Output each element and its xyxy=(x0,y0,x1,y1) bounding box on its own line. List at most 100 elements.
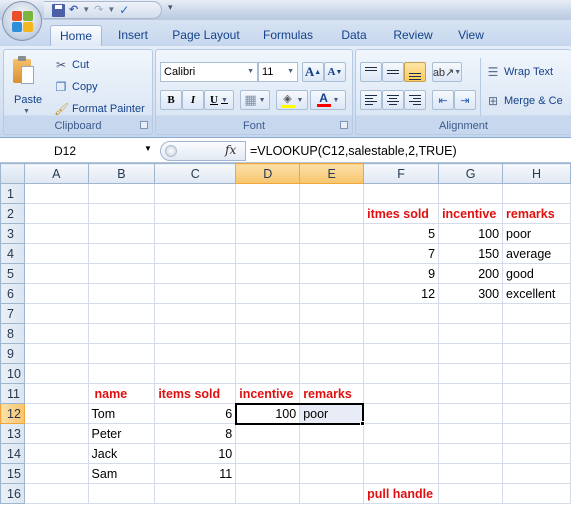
row-header-1[interactable]: 1 xyxy=(0,183,25,204)
cell-b4[interactable] xyxy=(87,243,156,264)
insert-function-icon[interactable]: fx xyxy=(225,143,236,157)
orientation-button[interactable]: ab↗ ▼ xyxy=(432,62,462,82)
tab-view[interactable]: View xyxy=(450,25,492,46)
cell-a11[interactable] xyxy=(23,383,89,404)
shrink-font-button[interactable]: A ▼ xyxy=(324,62,346,82)
cell-g12[interactable] xyxy=(438,403,504,424)
cell-b7[interactable] xyxy=(87,303,156,324)
cell-d15[interactable] xyxy=(235,463,301,484)
font-color-dropdown-icon[interactable]: ▼ xyxy=(333,97,340,104)
cell-f5[interactable]: 9 xyxy=(363,263,440,284)
column-header-b[interactable]: B xyxy=(87,163,156,184)
cell-d11[interactable]: incentive xyxy=(235,383,301,404)
cell-d8[interactable] xyxy=(235,323,301,344)
cell-d4[interactable] xyxy=(235,243,301,264)
row-header-15[interactable]: 15 xyxy=(0,463,25,484)
cell-g15[interactable] xyxy=(438,463,504,484)
row-header-7[interactable]: 7 xyxy=(0,303,25,324)
cell-c16[interactable] xyxy=(154,483,237,504)
cell-d6[interactable] xyxy=(235,283,301,304)
paste-button[interactable]: Paste xyxy=(14,94,42,106)
cell-b14[interactable]: Jack xyxy=(87,443,156,464)
cell-c3[interactable] xyxy=(154,223,237,244)
cell-b12[interactable]: Tom xyxy=(87,403,156,424)
cell-c1[interactable] xyxy=(154,183,237,204)
tab-review[interactable]: Review xyxy=(388,25,438,46)
row-header-9[interactable]: 9 xyxy=(0,343,25,364)
cell-e16[interactable] xyxy=(299,483,365,504)
column-header-h[interactable]: H xyxy=(502,163,571,184)
cell-g11[interactable] xyxy=(438,383,504,404)
cell-h6[interactable]: excellent xyxy=(502,283,571,304)
row-header-8[interactable]: 8 xyxy=(0,323,25,344)
column-header-d[interactable]: D xyxy=(235,163,301,184)
borders-button[interactable]: ▦ ▼ xyxy=(240,90,270,110)
font-launcher-icon[interactable] xyxy=(340,121,348,129)
orientation-dropdown-icon[interactable]: ▼ xyxy=(454,69,461,76)
column-header-a[interactable]: A xyxy=(23,163,89,184)
cell-g8[interactable] xyxy=(438,323,504,344)
cell-d10[interactable] xyxy=(235,363,301,384)
cell-g7[interactable] xyxy=(438,303,504,324)
cell-f6[interactable]: 12 xyxy=(363,283,440,304)
cell-b3[interactable] xyxy=(87,223,156,244)
cell-g10[interactable] xyxy=(438,363,504,384)
cell-a15[interactable] xyxy=(23,463,89,484)
cell-e14[interactable] xyxy=(299,443,365,464)
underline-button[interactable]: U ▼ xyxy=(204,90,234,110)
row-header-5[interactable]: 5 xyxy=(0,263,25,284)
column-header-e[interactable]: E xyxy=(299,163,365,184)
row-header-2[interactable]: 2 xyxy=(0,203,25,224)
align-right-button[interactable] xyxy=(404,90,426,110)
align-center-button[interactable] xyxy=(382,90,404,110)
cell-g1[interactable] xyxy=(438,183,504,204)
row-header-4[interactable]: 4 xyxy=(0,243,25,264)
column-header-g[interactable]: G xyxy=(438,163,504,184)
tab-data[interactable]: Data xyxy=(334,25,374,46)
cell-h1[interactable] xyxy=(502,183,571,204)
cell-e5[interactable] xyxy=(299,263,365,284)
cell-f14[interactable] xyxy=(363,443,440,464)
cell-c2[interactable] xyxy=(154,203,237,224)
column-header-f[interactable]: F xyxy=(363,163,440,184)
cell-a8[interactable] xyxy=(23,323,89,344)
increase-indent-button[interactable]: ⇥ xyxy=(454,90,476,110)
cell-h7[interactable] xyxy=(502,303,571,324)
cell-c5[interactable] xyxy=(154,263,237,284)
cell-b13[interactable]: Peter xyxy=(87,423,156,444)
cell-a12[interactable] xyxy=(23,403,89,424)
cell-b2[interactable] xyxy=(87,203,156,224)
cell-b8[interactable] xyxy=(87,323,156,344)
fill-color-dropdown-icon[interactable]: ▼ xyxy=(297,97,304,104)
cell-d7[interactable] xyxy=(235,303,301,324)
cell-h4[interactable]: average xyxy=(502,243,571,264)
row-header-11[interactable]: 11 xyxy=(0,383,25,404)
cell-b11[interactable]: name xyxy=(87,383,156,404)
cell-d16[interactable] xyxy=(235,483,301,504)
cell-d1[interactable] xyxy=(235,183,301,204)
cell-c14[interactable]: 10 xyxy=(154,443,237,464)
cell-c9[interactable] xyxy=(154,343,237,364)
cell-f7[interactable] xyxy=(363,303,440,324)
row-header-14[interactable]: 14 xyxy=(0,443,25,464)
cell-a1[interactable] xyxy=(23,183,89,204)
underline-dropdown-icon[interactable]: ▼ xyxy=(221,96,228,104)
align-middle-button[interactable] xyxy=(382,62,404,82)
cell-d12[interactable]: 100 xyxy=(235,403,301,424)
cell-h16[interactable] xyxy=(502,483,571,504)
decrease-indent-button[interactable]: ⇤ xyxy=(432,90,454,110)
cell-f1[interactable] xyxy=(363,183,440,204)
cell-h14[interactable] xyxy=(502,443,571,464)
row-header-16[interactable]: 16 xyxy=(0,483,25,504)
fill-color-button[interactable]: ◈ ▼ xyxy=(276,90,308,110)
cell-a3[interactable] xyxy=(23,223,89,244)
cell-e10[interactable] xyxy=(299,363,365,384)
cell-g6[interactable]: 300 xyxy=(438,283,504,304)
cell-c7[interactable] xyxy=(154,303,237,324)
tab-page-layout[interactable]: Page Layout xyxy=(168,25,244,46)
cell-c13[interactable]: 8 xyxy=(154,423,237,444)
cell-f3[interactable]: 5 xyxy=(363,223,440,244)
cell-b1[interactable] xyxy=(87,183,156,204)
cell-c15[interactable]: 11 xyxy=(154,463,237,484)
cell-b15[interactable]: Sam xyxy=(87,463,156,484)
